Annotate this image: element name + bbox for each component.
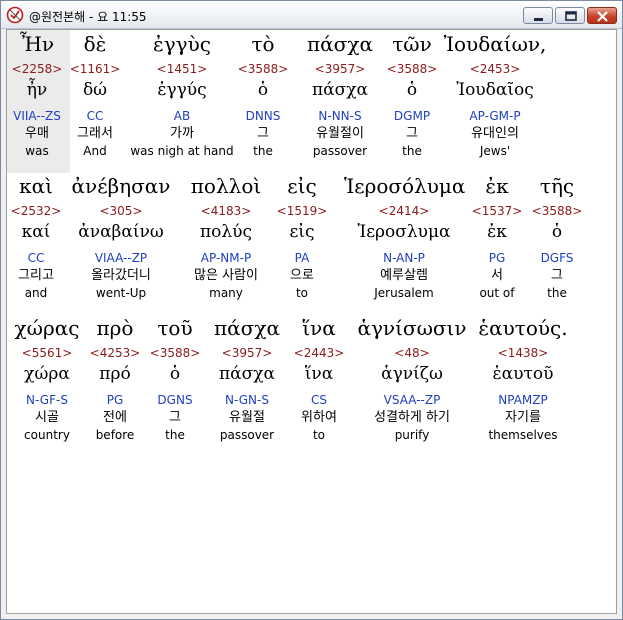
app-window: @원전본해 - 요 11:55 Ἦν <2258> ἦν VIIA--ZS 우매 was δ… [0, 0, 623, 620]
word-english: the [547, 286, 567, 300]
word-greek: τῆς [539, 174, 575, 198]
word-korean: 올라갔더니 [91, 268, 151, 283]
word-strong[interactable]: <48> [352, 346, 472, 360]
bible-app-icon [6, 6, 24, 24]
word-parse: NPAMZP [498, 393, 548, 407]
word-strong[interactable]: <3588> [497, 204, 617, 218]
word-strong[interactable]: <1438> [463, 346, 583, 360]
word-parse: VIAA--ZP [94, 251, 148, 265]
word-block[interactable]: τῆς <3588> ὁ DGFS 그 the [497, 175, 617, 300]
word-lemma: ἑαυτοῦ [492, 364, 554, 384]
minimize-button[interactable] [523, 7, 553, 24]
minimize-icon [534, 18, 543, 21]
word-greek: ἀνέβησαν [71, 174, 171, 198]
close-button[interactable] [587, 7, 617, 24]
word-korean: 그 [551, 268, 563, 283]
window-title: @원전본해 - 요 11:55 [29, 10, 147, 24]
word-lemma: Ἰουδαῖος [456, 80, 534, 100]
word-block[interactable]: ἁγνίσωσιν <48> ἁγνίζω VSAA--ZP 성결하게 하기 purify [352, 317, 472, 442]
word-english: purify [394, 428, 430, 442]
word-block[interactable]: ἀνέβησαν <305> ἀναβαίνω VIAA--ZP 올라갔더니 went-U… [61, 175, 181, 300]
word-parse: DGFS [540, 251, 574, 265]
word-english: themselves [488, 428, 558, 442]
title-bar[interactable]: @원전본해 - 요 11:55 [1, 1, 622, 29]
word-korean: 성결하게 하기 [374, 410, 450, 425]
word-strong[interactable]: <2453> [435, 62, 555, 76]
word-block[interactable]: ἑαυτούς. <1438> ἑαυτοῦ NPAMZP 자기를 themselves [463, 317, 583, 442]
word-greek: Ἰουδαίων, [443, 32, 547, 56]
close-icon [597, 11, 608, 22]
maximize-button[interactable] [555, 7, 585, 24]
word-strong[interactable]: <305> [61, 204, 181, 218]
word-lemma: ὁ [551, 222, 563, 242]
word-parse: AP-GM-P [469, 109, 521, 123]
word-parse: VSAA--ZP [383, 393, 441, 407]
word-lemma: ἁγνίζω [381, 364, 443, 384]
word-english: Jews' [479, 144, 511, 158]
word-korean: 유대인의 [471, 126, 519, 141]
word-greek: ἁγνίσωσιν [357, 316, 467, 340]
word-korean: 자기를 [505, 410, 541, 425]
word-greek: ἑαυτούς. [478, 316, 568, 340]
interlinear-view[interactable]: Ἦν <2258> ἦν VIIA--ZS 우매 was δὲ <1161> δώ CC 그래서 An… [6, 29, 617, 614]
word-english: went-Up [95, 286, 147, 300]
word-lemma: ἀναβαίνω [78, 222, 164, 242]
maximize-icon [565, 11, 577, 21]
word-block[interactable]: Ἰουδαίων, <2453> Ἰουδαῖος AP-GM-P 유대인의 Jews' [435, 33, 555, 158]
